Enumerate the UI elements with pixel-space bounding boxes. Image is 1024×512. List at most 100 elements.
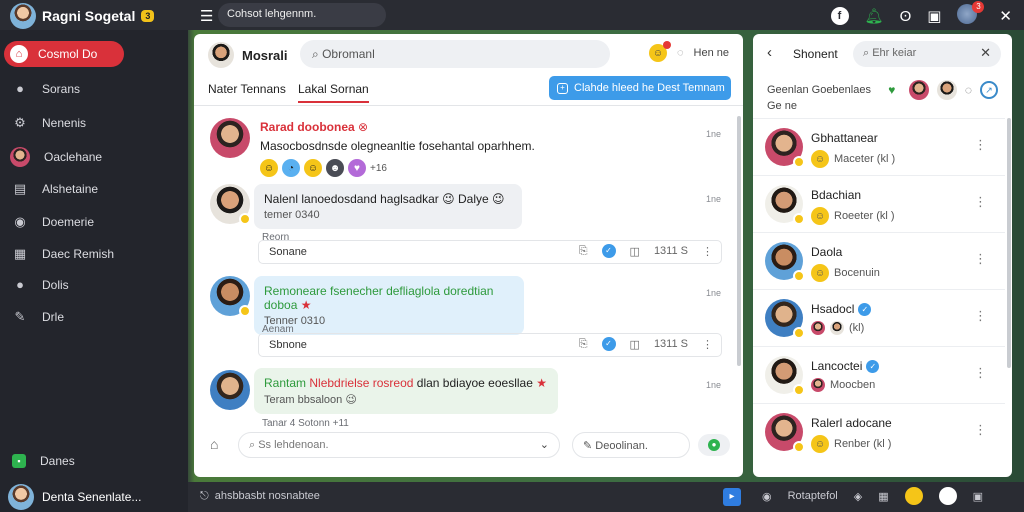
emoji-icon: ☺ [811,435,829,453]
header-right-text[interactable]: Hen ne [694,47,729,59]
chevron-down-icon[interactable]: ⌄ [540,438,549,451]
contact-status: ☺ Roeeter (kl ) [811,207,895,225]
sidebar-item-6[interactable]: ▦ Daec Remish [12,246,114,262]
reply-meta: 1311 S [653,245,688,257]
check-icon[interactable]: ✓ [601,244,616,258]
sidebar-item-active[interactable]: ⌂ Cosmol Do [4,41,124,67]
top-search-input[interactable]: Cohsot lehgennm. [218,3,386,27]
message-avatar[interactable] [210,276,251,317]
sidebar-active-label: Cosmol Do [38,47,98,61]
check-icon[interactable]: ✓ [601,337,616,351]
message-time: 1ne [705,194,721,204]
contact-row[interactable]: Hsadocl ✓ (kl) ⋮ [753,289,1005,346]
attachment-icon[interactable]: ⌂ [210,436,218,452]
chat-title-group[interactable]: Mosrali [208,42,288,68]
message-text: Remoneare fsenecher defliaglola doredtia… [264,284,494,312]
reaction-row[interactable]: ☺ ◔ ☺ ☻ ♥ +16 [260,159,535,177]
circle-icon[interactable]: ◌ [965,83,972,97]
bottom-right-text[interactable]: Rotaptefol [788,490,838,502]
sidebar-item-3[interactable]: Oaclehane [10,147,103,167]
more-icon[interactable]: ⋮ [974,365,987,381]
contact-row[interactable]: Lancoctei ✓ Moocben ⋮ [753,346,1005,403]
copy-icon[interactable]: ⎘ [579,245,588,258]
sidebar-item-2[interactable]: ⚙ Nenenis [12,115,86,131]
contact-row[interactable]: Daola ☺ Bocenuin ⋮ [753,232,1005,289]
keyboard-icon[interactable]: ▣ [973,490,983,503]
contact-row[interactable]: Ralerl adocane ☺ Renber (kl ) ⋮ [753,403,1005,460]
sidebar-item-4[interactable]: ▤ Alshetaine [12,181,98,197]
message-3: Remoneare fsenecher defliaglola doredtia… [254,276,524,335]
sidebar-item-7[interactable]: ● Dolis [12,277,69,292]
more-icon[interactable]: ⋮ [974,194,987,210]
send-icon: ● [708,439,720,451]
message-input-placeholder: Ss lehdenoan. [258,439,329,451]
clear-icon[interactable]: ✕ [980,45,991,61]
search-icon[interactable]: ◉ [762,490,772,503]
contacts-search-input[interactable]: ⌕ Ehr keiar ✕ [853,41,1001,67]
bookmark-icon[interactable]: ▣ [927,7,941,25]
sidebar-item-bottom[interactable]: ▪ Danes [12,454,75,468]
sidebar-item-5[interactable]: ◉ Doemerie [12,214,94,230]
sidebar-item-label: Nenenis [42,116,87,130]
more-icon[interactable]: ⋮ [702,338,713,351]
avatar-icon [830,321,844,335]
grid-icon[interactable]: ▦ [878,490,888,503]
tab-2[interactable]: Lakal Sornan [298,82,369,103]
hamburger-menu-icon[interactable]: ☰ [200,7,213,25]
reply-box[interactable]: Sonane ⎘ ✓ ◫ 1311 S ⋮ [258,240,722,264]
app-title-group[interactable]: Ragni Sogetal 3 [10,3,155,29]
refresh-icon[interactable]: ʘ [900,8,912,25]
app-title: Ragni Sogetal [42,8,136,24]
heart-icon[interactable]: ♥ [882,81,901,99]
emoji-icon[interactable] [904,487,923,505]
compass-icon[interactable]: ↗ [980,81,998,99]
message-avatar[interactable] [210,184,251,225]
message-avatar[interactable] [210,370,250,410]
avatar-icon[interactable] [908,80,929,100]
secondary-input[interactable]: ✎ Deoolinan. [572,432,690,458]
app-shortcut-icon[interactable]: ▸ [723,488,741,506]
emoji-icon[interactable]: ☺ [648,41,671,62]
reply-box[interactable]: Sbnone ⎘ ✓ ◫ 1311 S ⋮ [258,333,722,357]
send-button[interactable]: ● [698,434,730,456]
timer-icon[interactable]: ◌ [677,47,684,59]
chat-action-button[interactable]: + Clahde hleed he Dest Temnam [549,76,731,100]
copy-icon[interactable]: ⎘ [579,338,588,351]
contact-status: Moocben [811,378,875,392]
notifications-button[interactable]: 3 [957,1,985,28]
sidebar-user[interactable]: Denta Senenlate... [8,484,141,510]
avatar-icon [811,378,825,392]
sidebar-item-1[interactable]: ● Sorans [12,81,80,96]
sidebar-item-label: Oaclehane [44,150,103,164]
more-icon[interactable]: ⋮ [974,308,987,324]
contact-row[interactable]: Gbhattanear ☺ Maceter (kl ) ⋮ [753,118,1005,175]
chat-search-input[interactable]: ⌕ Obromanl [300,40,610,68]
more-icon[interactable]: ⋮ [974,137,987,153]
message-avatar[interactable] [210,118,250,158]
contact-avatar [765,356,805,396]
sidebar-item-8[interactable]: ✎ Drle [12,309,64,325]
tab-1[interactable]: Nater Tennans [208,82,286,96]
tag-icon[interactable]: ◈ [854,490,862,503]
star-icon: ★ [536,376,547,390]
bell-icon[interactable]: 🔔︎ [865,7,884,25]
contact-name: Bdachian [811,188,862,202]
contacts-scrollbar[interactable] [1007,118,1011,368]
close-icon[interactable]: ✕ [999,7,1012,25]
circle-icon[interactable] [938,487,957,505]
bottom-bar: ⎋ ahsbbasbt nosnabtee ▸ ◉ Rotaptefol ◈ ▦… [188,482,1024,512]
avatar-icon[interactable] [936,80,957,100]
bottom-left-status[interactable]: ⎋ ahsbbasbt nosnabtee [200,490,320,503]
contact-row[interactable]: Bdachian ☺ Roeeter (kl ) ⋮ [753,175,1005,232]
more-icon[interactable]: ⋮ [974,251,987,267]
top-bar: Ragni Sogetal 3 ☰ Cohsot lehgennm. f 🔔︎ … [0,0,1024,30]
camera-icon[interactable]: ◫ [630,338,640,351]
messenger-icon[interactable]: f [830,7,849,25]
chat-scrollbar[interactable] [737,116,741,366]
message-input[interactable]: ⌕ Ss lehdenoan. ⌄ [238,432,560,458]
more-icon[interactable]: ⋮ [974,422,987,438]
camera-icon[interactable]: ◫ [630,245,640,258]
more-icon[interactable]: ⋮ [702,245,713,258]
user-avatar[interactable] [10,3,36,29]
back-arrow-icon[interactable]: ‹ [767,44,772,61]
